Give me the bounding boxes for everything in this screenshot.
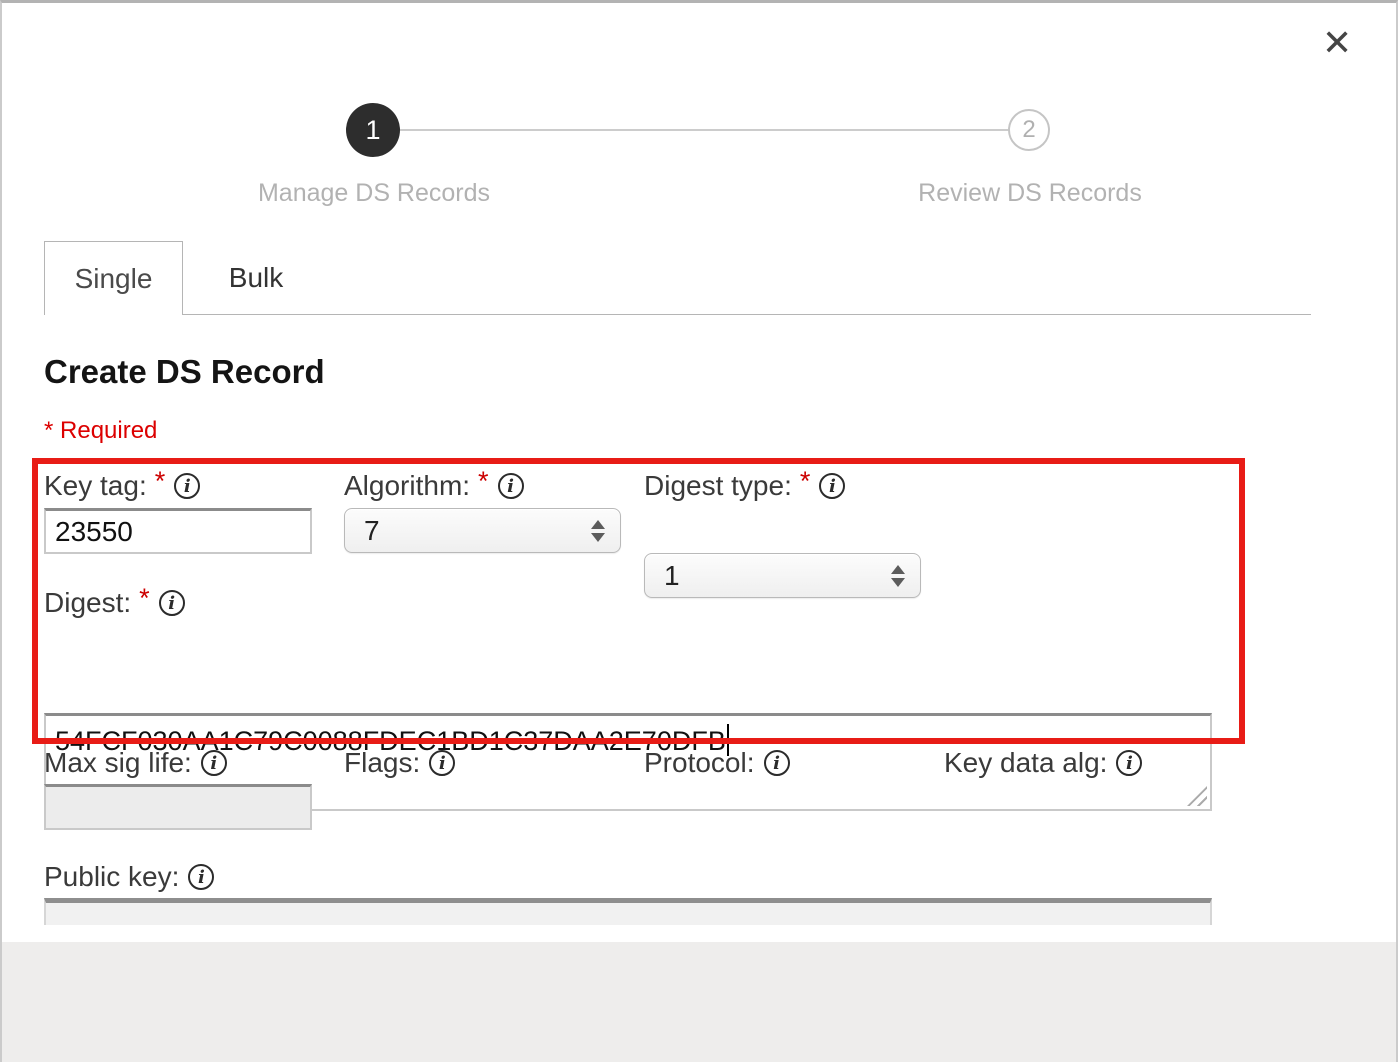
info-icon[interactable]	[159, 590, 185, 616]
digest-type-select[interactable]: 1	[644, 553, 921, 598]
info-icon[interactable]	[188, 864, 214, 890]
public-key-textarea[interactable]	[44, 898, 1212, 925]
required-note: * Required	[44, 417, 157, 445]
highlight-annotation-box	[32, 458, 1245, 744]
page-title: Create DS Record	[44, 353, 325, 391]
algorithm-select-value: 7	[364, 515, 380, 547]
create-ds-record-dialog: ✕ 1 2 Manage DS Records Review DS Record…	[0, 0, 1398, 1062]
algorithm-select[interactable]: 7	[344, 508, 621, 553]
required-asterisk: *	[800, 466, 811, 497]
tab-bottom-border	[44, 314, 1311, 315]
info-icon[interactable]	[174, 473, 200, 499]
digest-label-row: Digest: *	[44, 587, 185, 619]
tab-single[interactable]: Single	[44, 241, 183, 315]
step-2-number: 2	[1022, 116, 1035, 144]
public-key-label: Public key:	[44, 861, 179, 893]
info-icon[interactable]	[498, 473, 524, 499]
algorithm-label-row: Algorithm: *	[344, 470, 524, 502]
digest-label: Digest:	[44, 587, 131, 619]
max-sig-life-label: Max sig life:	[44, 747, 192, 779]
tab-bulk-label: Bulk	[229, 262, 283, 294]
step-1-label: Manage DS Records	[224, 179, 524, 208]
flags-label-row: Flags:	[344, 747, 455, 779]
resize-handle-icon[interactable]	[1187, 786, 1207, 806]
step-2-label: Review DS Records	[880, 179, 1180, 208]
digest-type-label: Digest type:	[644, 470, 792, 502]
step-2-circle: 2	[1008, 109, 1050, 151]
dialog-footer	[2, 942, 1396, 1062]
key-data-alg-label-row: Key data alg:	[944, 747, 1142, 779]
flags-label: Flags:	[344, 747, 420, 779]
protocol-label-row: Protocol:	[644, 747, 790, 779]
stepper-connector-line	[372, 129, 1012, 131]
info-icon[interactable]	[429, 750, 455, 776]
protocol-label: Protocol:	[644, 747, 755, 779]
key-data-alg-label: Key data alg:	[944, 747, 1107, 779]
tab-single-label: Single	[75, 263, 153, 295]
required-asterisk: *	[139, 583, 150, 614]
required-asterisk: *	[155, 466, 166, 497]
step-1-number: 1	[365, 115, 380, 146]
key-tag-input[interactable]: 23550	[44, 508, 312, 554]
tab-bulk[interactable]: Bulk	[183, 241, 329, 315]
digest-type-select-value: 1	[664, 560, 680, 592]
close-icon[interactable]: ✕	[1322, 25, 1352, 61]
info-icon[interactable]	[819, 473, 845, 499]
key-tag-label-row: Key tag: *	[44, 470, 200, 502]
select-arrows-icon	[591, 520, 605, 542]
required-asterisk: *	[478, 466, 489, 497]
public-key-label-row: Public key:	[44, 861, 214, 893]
digest-type-label-row: Digest type: *	[644, 470, 845, 502]
algorithm-label: Algorithm:	[344, 470, 470, 502]
max-sig-life-label-row: Max sig life:	[44, 747, 227, 779]
info-icon[interactable]	[764, 750, 790, 776]
key-tag-value: 23550	[55, 516, 133, 548]
info-icon[interactable]	[1116, 750, 1142, 776]
step-1-circle: 1	[346, 103, 400, 157]
select-arrows-icon	[891, 565, 905, 587]
info-icon[interactable]	[201, 750, 227, 776]
key-tag-label: Key tag:	[44, 470, 147, 502]
max-sig-life-input[interactable]	[44, 784, 312, 830]
